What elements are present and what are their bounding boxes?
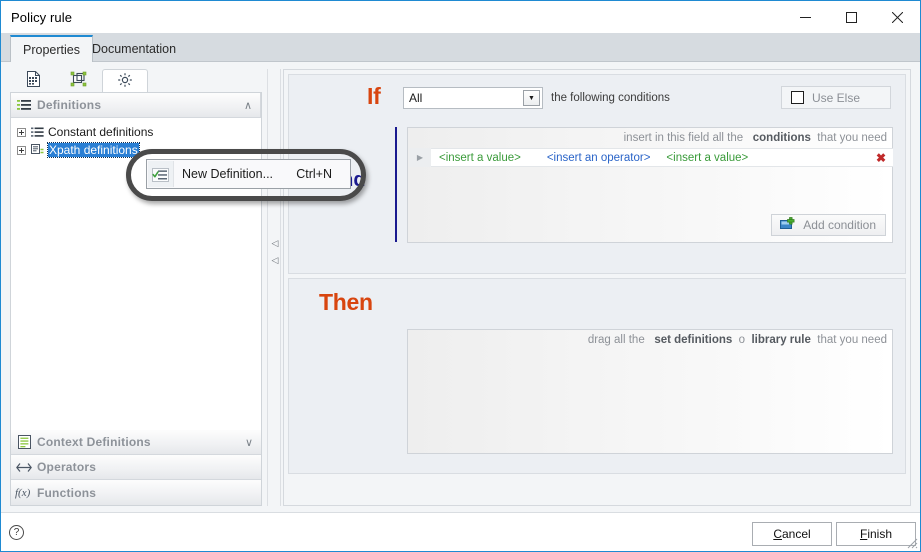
document-grid-icon bbox=[26, 71, 41, 90]
collapse-left-arrow-icon-bottom[interactable]: ◁ bbox=[272, 256, 279, 265]
tree-label-xpath-definitions: Xpath definitions bbox=[47, 142, 140, 158]
accordion-header-functions[interactable]: f(x) Functions bbox=[11, 480, 261, 505]
resize-grip[interactable] bbox=[906, 537, 918, 549]
rule-editor-pane: If All ▼ the following conditions Use El… bbox=[283, 69, 911, 506]
accordion-label-operators: Operators bbox=[37, 460, 97, 474]
accordion-header-context-definitions[interactable]: Context Definitions ∨ bbox=[11, 430, 261, 455]
cancel-label-rest: ancel bbox=[781, 527, 811, 541]
dialog-footer: ? Cancel Finish bbox=[1, 512, 920, 551]
if-keyword: If bbox=[367, 83, 381, 109]
following-conditions-label: the following conditions bbox=[551, 92, 670, 104]
cancel-button[interactable]: Cancel bbox=[752, 522, 832, 546]
finish-button[interactable]: Finish bbox=[836, 522, 916, 546]
use-else-label: Use Else bbox=[812, 90, 861, 105]
window-title: Policy rule bbox=[11, 9, 73, 25]
conditions-hint-strong: conditions bbox=[752, 132, 811, 144]
delete-condition-icon[interactable]: ✖ bbox=[876, 151, 886, 165]
title-bar: Policy rule bbox=[1, 1, 920, 33]
then-hint-strong-1: set definitions bbox=[654, 334, 733, 346]
chevron-up-icon[interactable]: ∧ bbox=[244, 93, 252, 118]
conditions-hint-prefix: insert in this field all the bbox=[623, 132, 744, 144]
help-icon[interactable]: ? bbox=[9, 525, 24, 540]
dialog-body: Definitions ∧ Constant definitions Xpath… bbox=[1, 62, 920, 512]
then-block: Then drag all the set definitions o libr… bbox=[288, 278, 906, 474]
window-controls bbox=[782, 1, 920, 33]
and-connector-bar bbox=[395, 127, 397, 242]
palette-icon-tabs bbox=[10, 69, 262, 92]
expand-plus-icon[interactable] bbox=[17, 127, 26, 137]
tab-documentation-label: Documentation bbox=[92, 42, 177, 56]
add-condition-label: Add condition bbox=[803, 218, 876, 232]
accordion-label-functions: Functions bbox=[37, 485, 97, 500]
icon-tab-shapes-group[interactable] bbox=[56, 69, 102, 92]
xpath-icon bbox=[31, 144, 48, 156]
conditions-hint: insert in this field all the conditions … bbox=[624, 132, 887, 144]
function-icon: f(x) bbox=[11, 486, 37, 499]
close-button[interactable] bbox=[874, 1, 920, 33]
finish-label-rest: inish bbox=[867, 527, 893, 541]
condition-mode-value: All bbox=[409, 91, 423, 105]
then-hint-prefix: drag all the bbox=[587, 334, 645, 346]
tree-label-constant-definitions: Constant definitions bbox=[48, 125, 154, 139]
cancel-label: Cancel bbox=[773, 527, 810, 541]
list-icon bbox=[11, 99, 37, 111]
then-hint-suffix: that you need bbox=[817, 334, 887, 346]
then-drop-area[interactable]: drag all the set definitions o library r… bbox=[407, 329, 893, 454]
icon-tab-settings[interactable] bbox=[102, 69, 148, 92]
condition-operator[interactable]: <insert an operator> bbox=[547, 152, 651, 164]
tab-strip: Properties Documentation bbox=[1, 33, 920, 63]
accordion-header-definitions[interactable]: Definitions ∧ bbox=[11, 93, 261, 118]
collapse-left-arrow-icon-top[interactable]: ◁ bbox=[272, 239, 279, 248]
shapes-group-icon bbox=[70, 71, 88, 91]
accordion-label-context-definitions: Context Definitions bbox=[37, 435, 151, 449]
condition-right-value[interactable]: <insert a value> bbox=[666, 152, 748, 164]
context-menu[interactable]: New Definition... Ctrl+N bbox=[146, 159, 351, 189]
maximize-button[interactable] bbox=[828, 1, 874, 33]
tab-documentation[interactable]: Documentation bbox=[80, 36, 188, 62]
list-icon bbox=[31, 127, 48, 138]
left-pane: Definitions ∧ Constant definitions Xpath… bbox=[10, 69, 262, 506]
add-condition-button[interactable]: Add condition bbox=[771, 214, 886, 236]
row-expand-arrow-icon[interactable]: ▶ bbox=[409, 148, 431, 167]
accordion-header-operators[interactable]: Operators bbox=[11, 455, 261, 480]
if-block: If All ▼ the following conditions Use El… bbox=[288, 74, 906, 274]
conditions-hint-suffix: that you need bbox=[817, 132, 887, 144]
finish-label: Finish bbox=[860, 527, 892, 541]
expand-plus-icon[interactable] bbox=[17, 145, 26, 155]
gear-icon bbox=[117, 72, 133, 91]
context-menu-item-new-definition[interactable]: New Definition... bbox=[182, 167, 273, 181]
tab-properties-label: Properties bbox=[23, 43, 80, 57]
checkbox-box[interactable] bbox=[791, 91, 804, 104]
then-hint-strong-2: library rule bbox=[751, 334, 811, 346]
condition-row[interactable]: ▶ <insert a value> <insert an operator> … bbox=[409, 148, 893, 167]
chevron-down-icon[interactable]: ▼ bbox=[523, 90, 540, 106]
cancel-mnemonic: C bbox=[773, 527, 782, 541]
palette-accordion: Definitions ∧ Constant definitions Xpath… bbox=[10, 92, 262, 506]
then-hint: drag all the set definitions o library r… bbox=[588, 334, 887, 346]
icon-tab-document-grid[interactable] bbox=[10, 69, 56, 92]
then-hint-middle: o bbox=[738, 334, 746, 346]
help-glyph: ? bbox=[13, 527, 20, 538]
minimize-button[interactable] bbox=[782, 1, 828, 33]
then-keyword: Then bbox=[319, 289, 373, 315]
accordion-collapsed-sections: Context Definitions ∨ Operators f(x) Fun… bbox=[11, 430, 261, 505]
add-condition-icon bbox=[780, 216, 796, 234]
svg-text:f(x): f(x) bbox=[15, 487, 31, 499]
chevron-down-icon[interactable]: ∨ bbox=[245, 430, 253, 455]
condition-left-value[interactable]: <insert a value> bbox=[439, 152, 521, 164]
use-else-checkbox[interactable]: Use Else bbox=[781, 86, 891, 109]
arrows-icon bbox=[11, 462, 37, 473]
pane-splitter[interactable]: ◁ ◁ bbox=[267, 69, 281, 506]
tree-item-constant-definitions[interactable]: Constant definitions bbox=[11, 123, 261, 141]
splitter-grip[interactable]: ◁ ◁ bbox=[268, 239, 282, 265]
accordion-label-definitions: Definitions bbox=[37, 98, 102, 112]
note-icon bbox=[11, 435, 37, 449]
new-definition-icon bbox=[152, 168, 169, 185]
policy-rule-dialog: Policy rule Properties Documentation Def… bbox=[0, 0, 921, 552]
condition-mode-select[interactable]: All ▼ bbox=[403, 87, 543, 109]
tree-item-xpath-definitions[interactable]: Xpath definitions bbox=[11, 141, 261, 159]
context-menu-accelerator: Ctrl+N bbox=[296, 167, 332, 181]
conditions-drop-area[interactable]: insert in this field all the conditions … bbox=[407, 127, 893, 243]
